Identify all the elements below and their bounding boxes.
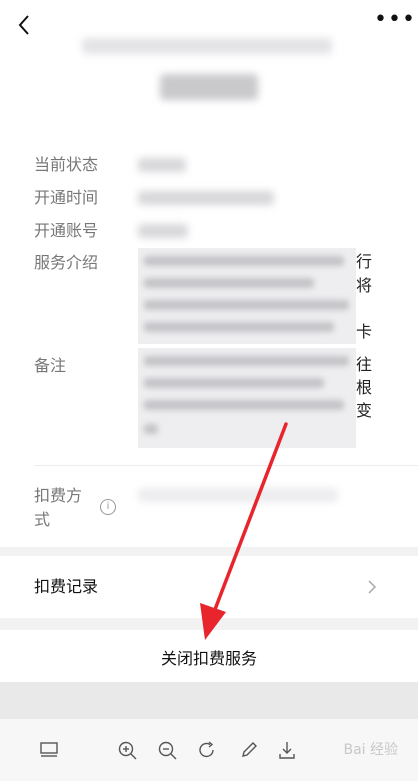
account-value xyxy=(138,224,188,238)
section-gap xyxy=(0,547,418,556)
account-label: 开通账号 xyxy=(34,221,99,240)
zoom-in-icon[interactable] xyxy=(116,739,138,761)
close-payment-service-button[interactable]: 关闭扣费服务 xyxy=(0,630,418,682)
notes-label: 备注 xyxy=(34,356,67,375)
chevron-right-icon[interactable] xyxy=(366,578,378,596)
payment-method-label: 扣费方式 xyxy=(34,486,83,529)
open-time-value xyxy=(138,191,274,205)
blurred-subtitle xyxy=(82,38,332,54)
zoom-out-icon[interactable] xyxy=(156,739,178,761)
download-icon[interactable] xyxy=(276,739,298,761)
status-label: 当前状态 xyxy=(34,155,99,174)
intro-side-char-2: 将 xyxy=(356,276,373,295)
layout-icon[interactable] xyxy=(38,739,60,761)
notes-text xyxy=(138,348,356,448)
payment-method-value xyxy=(138,488,338,502)
intro-side-char-1: 行 xyxy=(356,252,373,271)
notes-side-char-2: 根 xyxy=(356,378,373,397)
status-value xyxy=(138,158,186,172)
blurred-title xyxy=(160,74,258,100)
notes-side-char-1: 往 xyxy=(356,355,373,374)
viewer-toolbar: Bai 经验 xyxy=(0,718,418,781)
payment-records-label[interactable]: 扣费记录 xyxy=(34,577,98,597)
bottom-gap xyxy=(0,682,418,718)
row-divider xyxy=(34,465,418,466)
rotate-icon[interactable] xyxy=(196,739,218,761)
open-time-label: 开通时间 xyxy=(34,188,99,207)
info-circle-icon[interactable]: i xyxy=(100,499,116,515)
notes-side-char-3: 变 xyxy=(356,401,373,420)
section-gap xyxy=(0,618,418,630)
pen-icon[interactable] xyxy=(238,739,260,761)
service-intro-label: 服务介绍 xyxy=(34,253,99,272)
more-dots-icon[interactable]: ••• xyxy=(374,9,415,34)
watermark: Bai 经验 xyxy=(343,742,398,758)
close-service-label: 关闭扣费服务 xyxy=(160,649,257,668)
service-intro-text xyxy=(138,248,356,344)
intro-side-char-3: 卡 xyxy=(356,322,373,341)
back-chevron-icon[interactable] xyxy=(10,8,40,42)
